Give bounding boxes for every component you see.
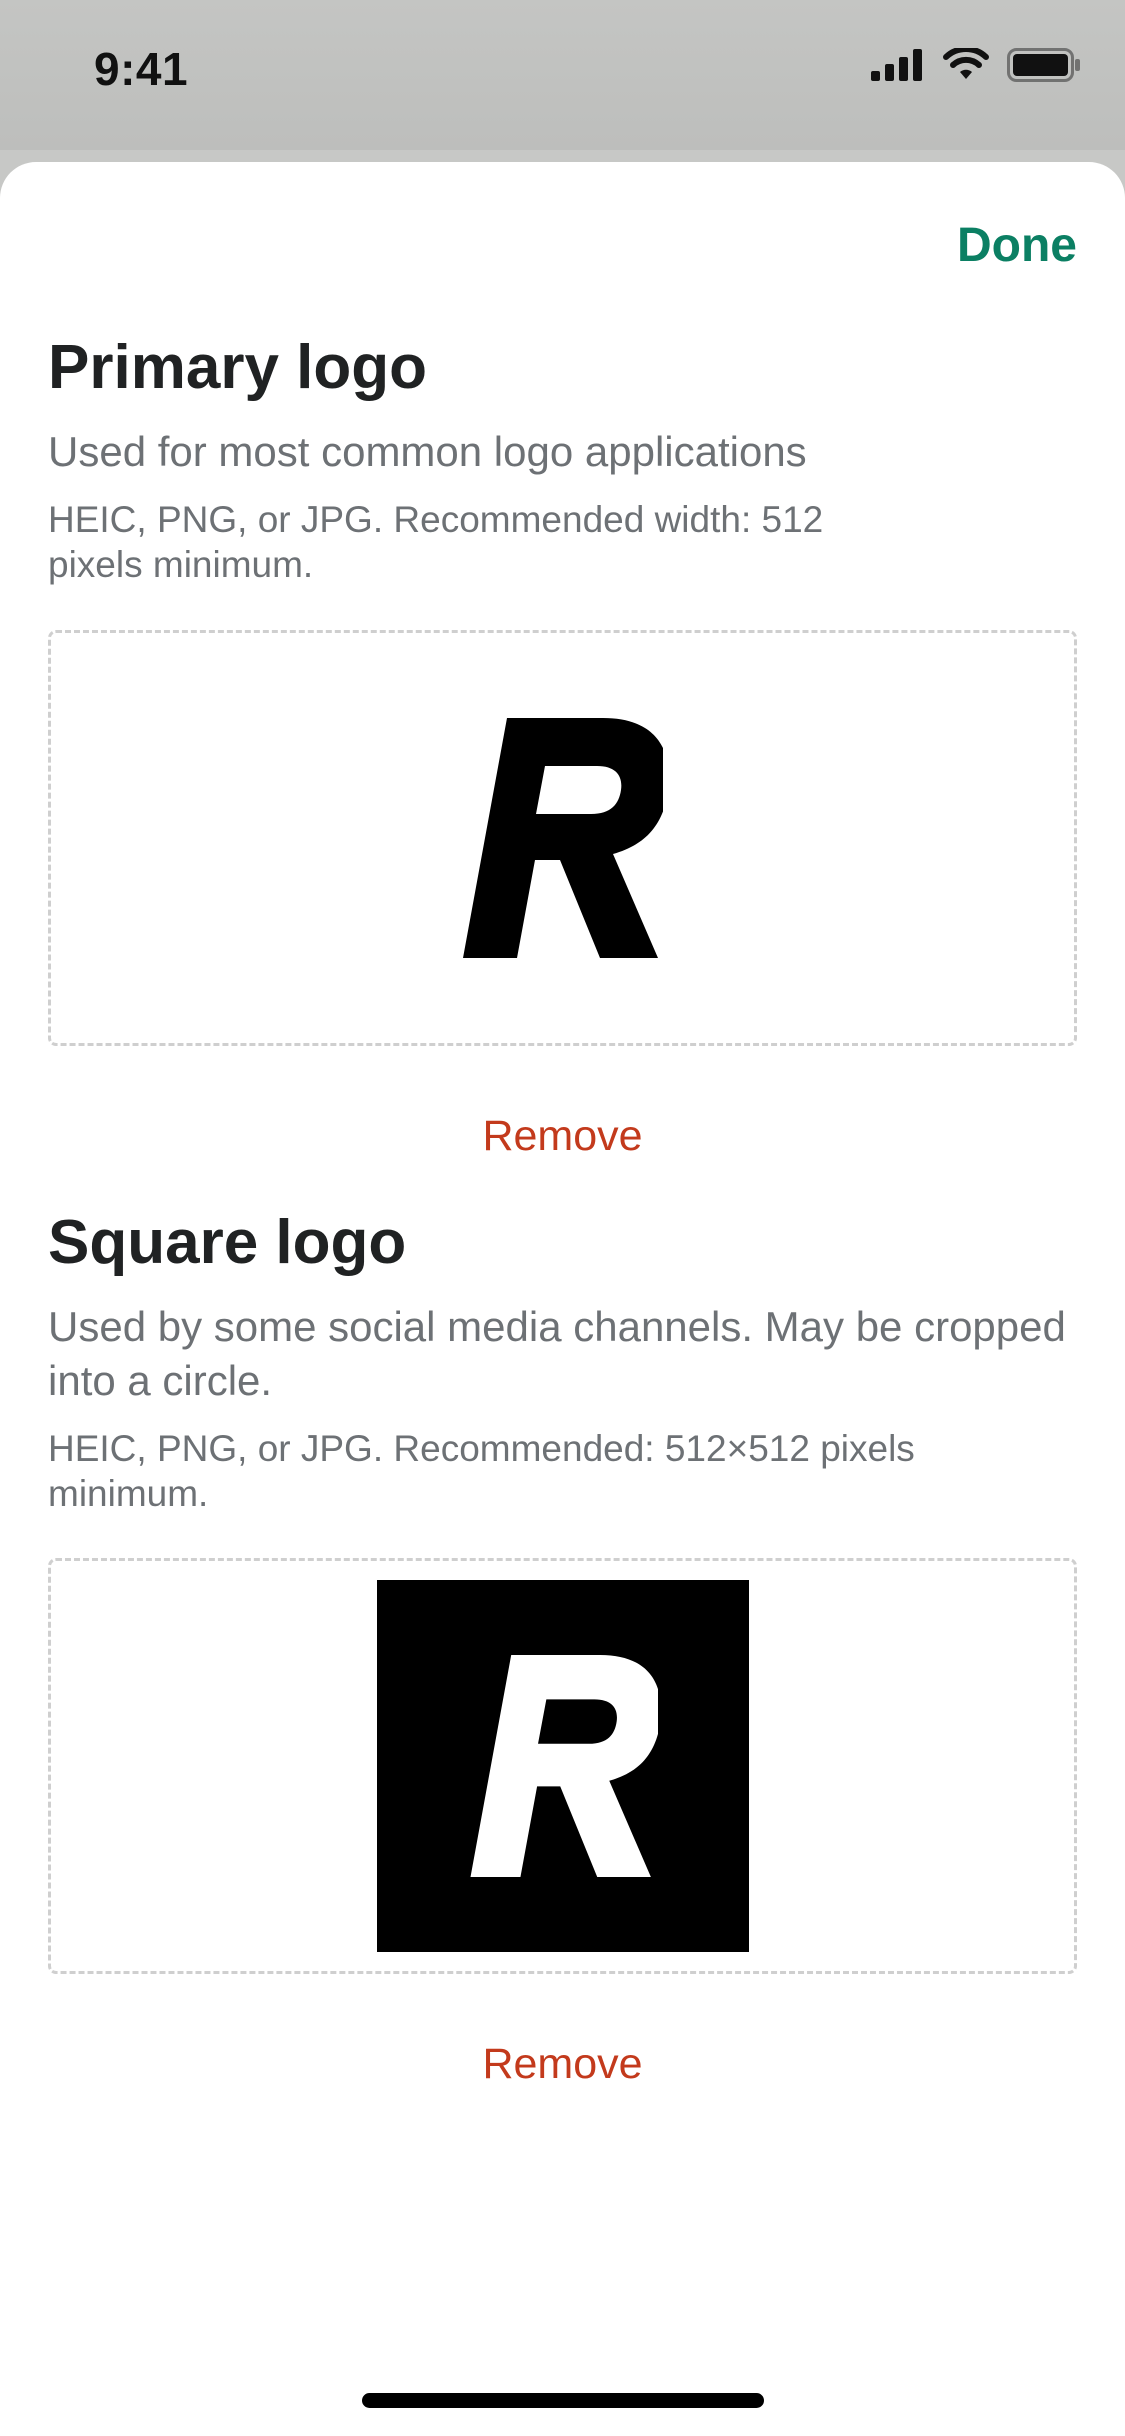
primary-logo-title: Primary logo [48, 333, 427, 402]
battery-icon [1007, 48, 1081, 82]
square-logo-image [376, 1580, 749, 1952]
remove-primary-logo-button[interactable]: Remove [0, 1112, 1125, 1161]
home-indicator[interactable] [362, 2393, 764, 2408]
status-icons [871, 48, 1081, 82]
primary-logo-hint: HEIC, PNG, or JPG. Recommended width: 51… [48, 499, 824, 586]
status-time: 9:41 [94, 43, 189, 95]
remove-square-logo-button[interactable]: Remove [0, 2040, 1125, 2089]
primary-logo-image [462, 718, 663, 958]
square-logo-description: Used by some social media channels. May … [48, 1303, 1066, 1405]
primary-logo-section: Primary logo Used for most common logo a… [48, 332, 1077, 587]
wifi-icon [943, 48, 989, 82]
done-button[interactable]: Done [957, 218, 1077, 273]
square-logo-section: Square logo Used by some social media ch… [48, 1207, 1077, 1516]
square-logo-hint: HEIC, PNG, or JPG. Recommended: 512×512 … [48, 1427, 915, 1514]
primary-logo-description: Used for most common logo applications [48, 428, 807, 476]
cellular-signal-icon [871, 49, 925, 81]
square-logo-dropzone[interactable] [48, 1558, 1077, 1974]
logo-settings-sheet: Done Primary logo Used for most common l… [0, 162, 1125, 2436]
square-logo-title: Square logo [48, 1208, 407, 1277]
primary-logo-dropzone[interactable] [48, 630, 1077, 1046]
status-bar: 9:41 [0, 0, 1125, 150]
